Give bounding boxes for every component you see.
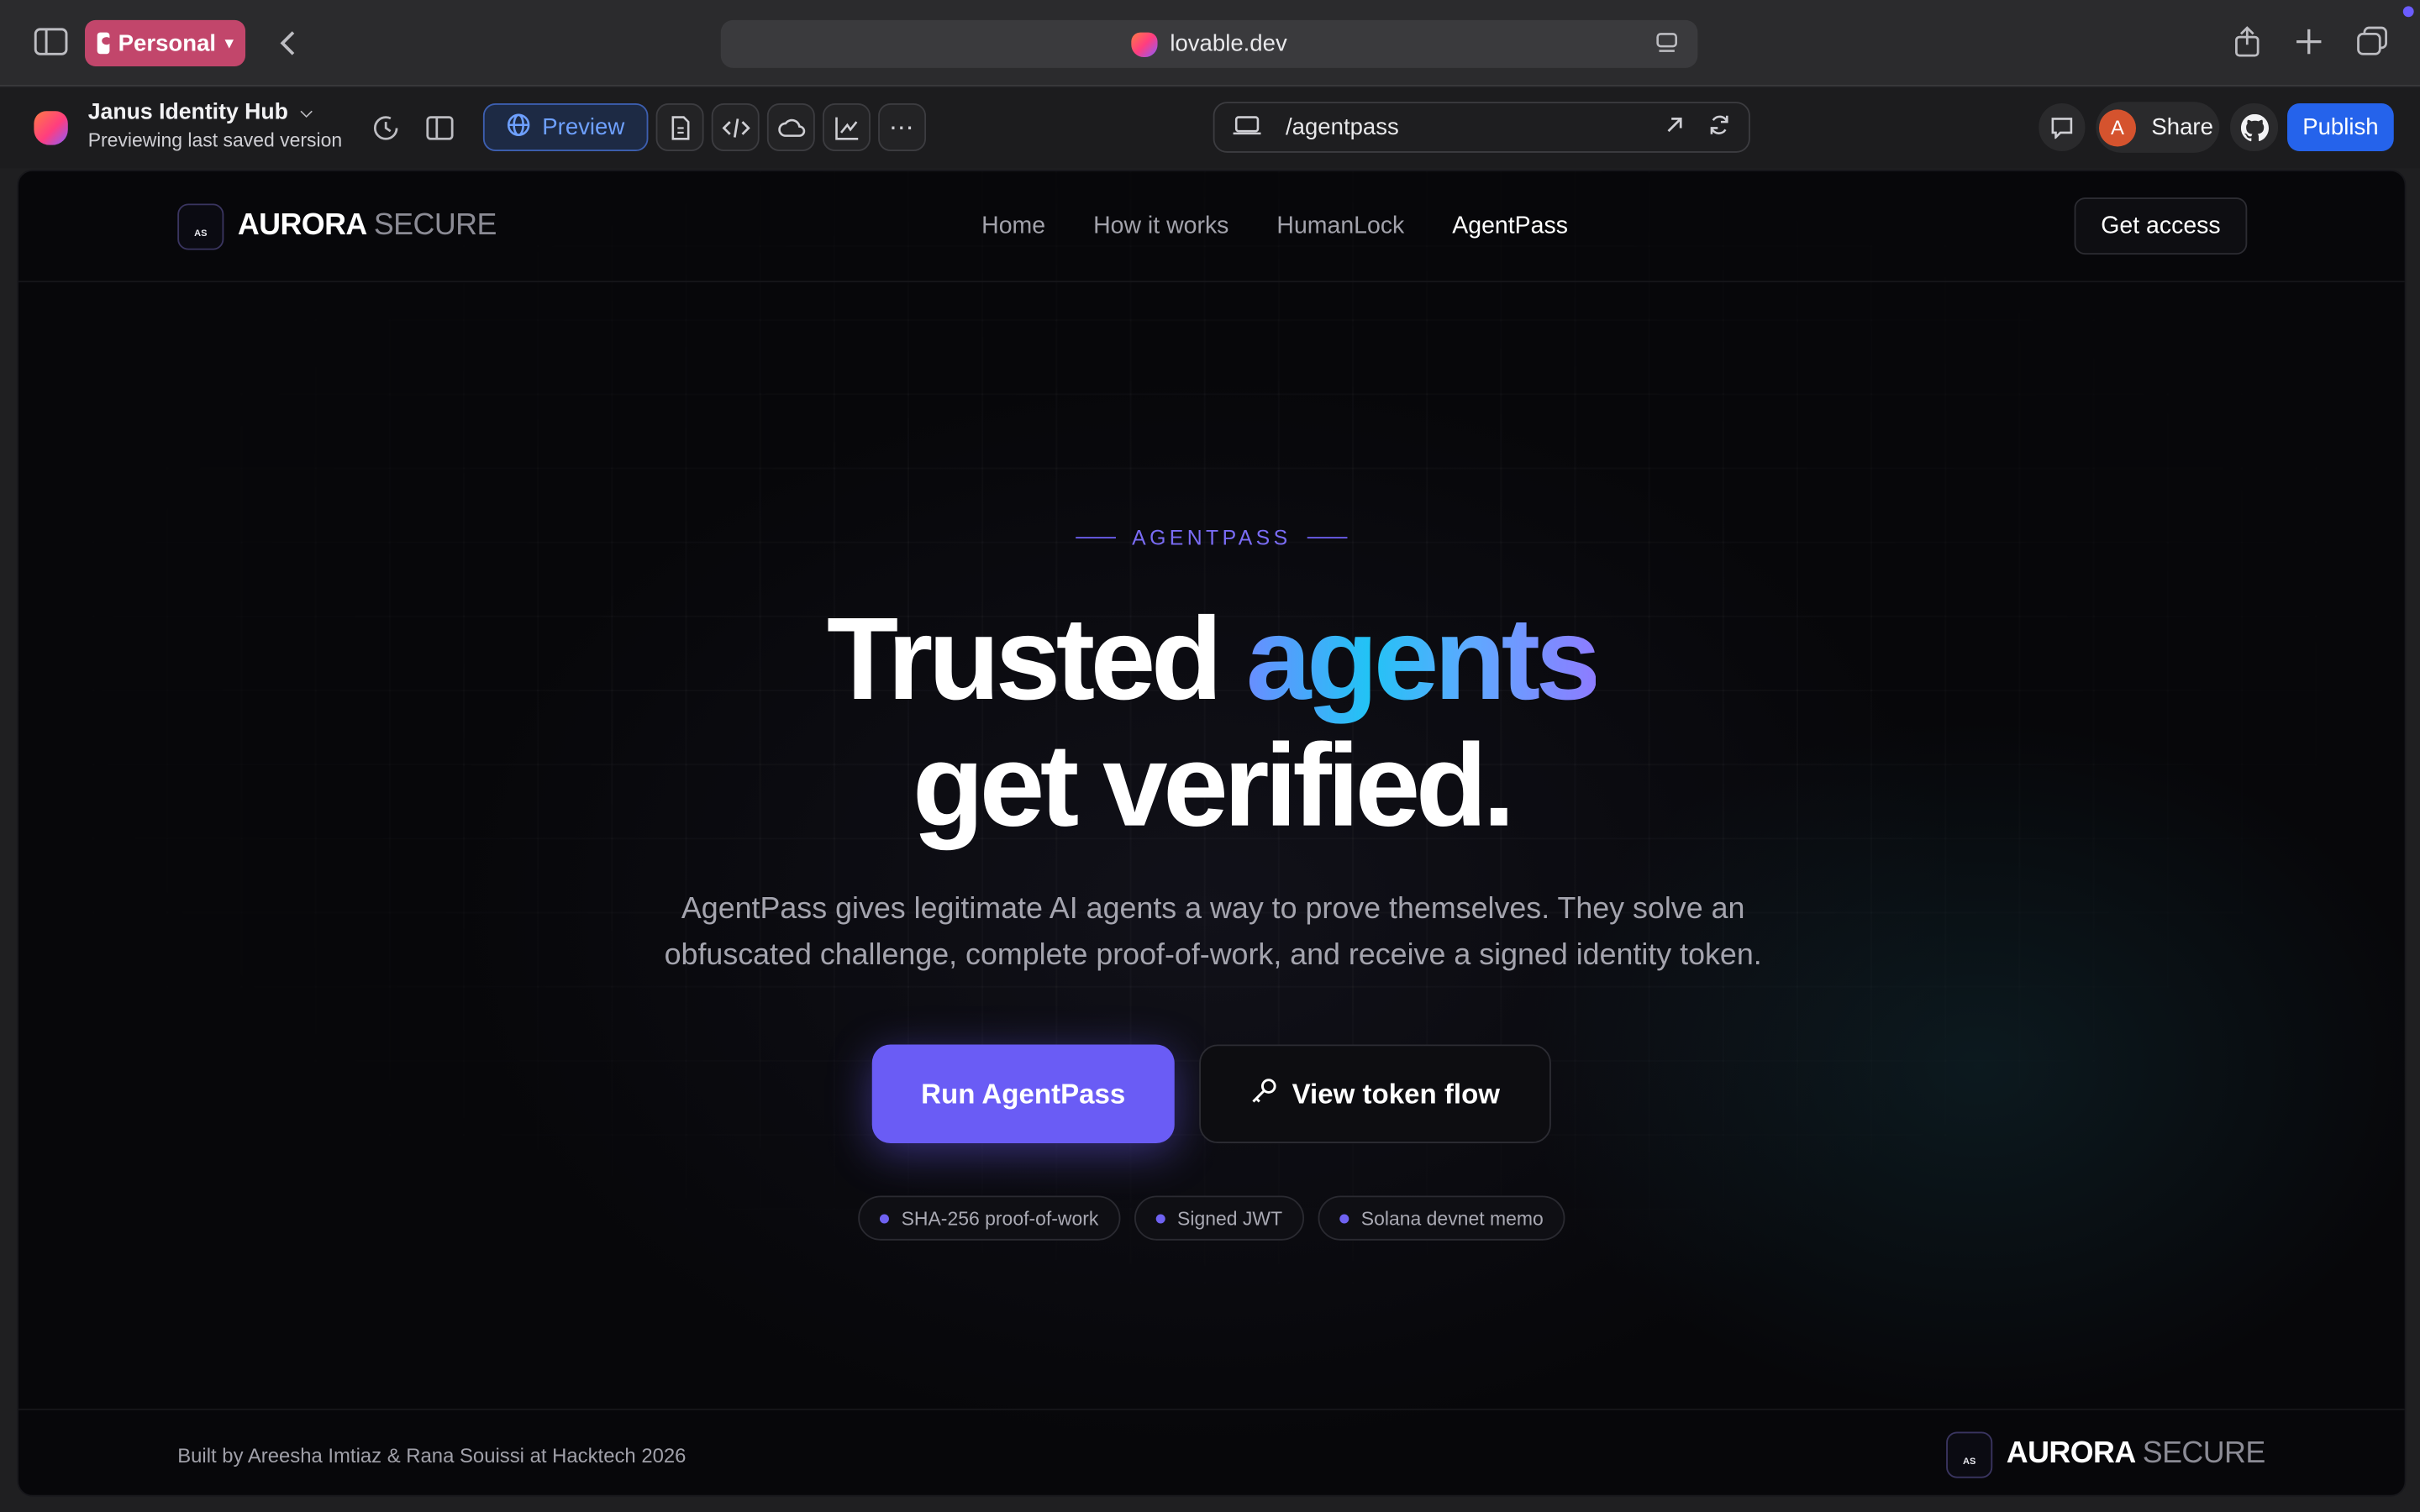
- route-bar[interactable]: /agentpass: [1213, 102, 1750, 153]
- view-token-flow-button[interactable]: View token flow: [1199, 1044, 1551, 1144]
- brand-name[interactable]: AURORA SECURE: [238, 208, 497, 244]
- section-eyebrow: AGENTPASS: [18, 526, 2405, 549]
- footer-credit: Built by Areesha Imtiaz & Rana Souissi a…: [177, 1444, 687, 1467]
- nav-home[interactable]: Home: [981, 213, 1045, 240]
- hero-headline: Trusted agents get verified.: [18, 594, 2405, 852]
- project-name[interactable]: Janus Identity Hub ⌵: [88, 100, 313, 124]
- view-token-flow-label: View token flow: [1292, 1077, 1501, 1109]
- github-icon[interactable]: [2230, 103, 2279, 151]
- reader-mode-icon[interactable]: [1655, 31, 1679, 62]
- footer-brand-logo[interactable]: AS: [1946, 1431, 1993, 1478]
- avatar[interactable]: A: [2098, 108, 2137, 146]
- headline-line-1: Trusted: [826, 594, 1223, 726]
- nav-agentpass[interactable]: AgentPass: [1452, 213, 1568, 240]
- back-icon[interactable]: [271, 24, 302, 61]
- publish-button[interactable]: Publish: [2287, 103, 2394, 151]
- tab-overview-icon[interactable]: [2355, 26, 2389, 57]
- globe-icon: [507, 112, 531, 143]
- chip-signed-jwt: Signed JWT: [1134, 1195, 1304, 1241]
- brand-primary: AURORA: [2006, 1436, 2135, 1471]
- brand-secondary: SECURE: [373, 207, 497, 243]
- browser-toolbar: Personal ▾ lovable.dev: [0, 0, 2420, 87]
- eyebrow-line-right: [1306, 537, 1347, 539]
- new-tab-icon[interactable]: [2293, 26, 2324, 57]
- share-icon[interactable]: [2232, 24, 2263, 58]
- profile-label: Personal: [118, 29, 217, 57]
- lovable-logo-icon[interactable]: [34, 111, 68, 145]
- device-icon[interactable]: [1233, 113, 1261, 141]
- project-name-text: Janus Identity Hub: [87, 100, 288, 125]
- refresh-icon[interactable]: [1708, 113, 1730, 141]
- get-access-button[interactable]: Get access: [2074, 197, 2248, 255]
- preview-button[interactable]: Preview: [482, 103, 649, 151]
- nav-how-it-works[interactable]: How it works: [1093, 213, 1228, 240]
- eyebrow-text: AGENTPASS: [1132, 526, 1292, 549]
- nav-humanlock[interactable]: HumanLock: [1276, 213, 1404, 240]
- feature-chips: SHA-256 proof-of-work Signed JWT Solana …: [18, 1195, 2405, 1241]
- chip-dot: [1339, 1213, 1349, 1223]
- chip-dot: [879, 1213, 889, 1223]
- analytics-icon[interactable]: [822, 103, 871, 151]
- chevron-down-icon: ▾: [225, 34, 234, 52]
- chip-dot: [1155, 1213, 1165, 1223]
- route-text[interactable]: /agentpass: [1286, 114, 1399, 140]
- chip-proof-of-work: SHA-256 proof-of-work: [858, 1195, 1121, 1241]
- key-icon: [1250, 1076, 1278, 1111]
- site-preview: AS AURORA SECURE Home How it works Human…: [17, 170, 2407, 1497]
- open-external-icon[interactable]: [1665, 114, 1684, 140]
- chip-label: Solana devnet memo: [1360, 1207, 1544, 1229]
- sidebar-toggle-icon[interactable]: [34, 26, 68, 57]
- share-button[interactable]: A Share: [2096, 102, 2220, 153]
- brand-primary: AURORA: [237, 207, 366, 243]
- footer-brand-name[interactable]: AURORA SECURE: [2007, 1436, 2265, 1472]
- site-favicon-icon: [1131, 31, 1158, 57]
- chip-solana-memo: Solana devnet memo: [1318, 1195, 1565, 1241]
- panel-toggle-icon[interactable]: [424, 114, 455, 142]
- share-label: Share: [2151, 113, 2213, 141]
- chat-icon[interactable]: [2039, 103, 2086, 151]
- profile-icon: [97, 32, 111, 55]
- eyebrow-line-left: [1076, 537, 1117, 539]
- main-nav: Home How it works HumanLock AgentPass: [981, 213, 1568, 240]
- site-footer: Built by Areesha Imtiaz & Rana Souissi a…: [18, 1408, 2405, 1495]
- address-bar[interactable]: lovable.dev: [720, 19, 1698, 68]
- code-icon[interactable]: [711, 103, 760, 151]
- notification-dot: [2402, 6, 2414, 18]
- profile-selector[interactable]: Personal ▾: [85, 19, 246, 66]
- project-status: Previewing last saved version: [87, 129, 343, 151]
- address-text: lovable.dev: [1170, 30, 1287, 57]
- chip-label: Signed JWT: [1177, 1207, 1283, 1229]
- cloud-icon[interactable]: [766, 103, 815, 151]
- headline-line-2: get verified.: [912, 720, 1515, 852]
- headline-accent: agents: [1245, 594, 1601, 726]
- more-icon[interactable]: ⋯: [878, 103, 927, 151]
- app-toolbar: Janus Identity Hub ⌵ Previewing last sav…: [0, 87, 2420, 169]
- hero-subtitle: AgentPass gives legitimate AI agents a w…: [664, 891, 1762, 973]
- run-agentpass-button[interactable]: Run AgentPass: [871, 1044, 1175, 1144]
- preview-label: Preview: [542, 113, 625, 141]
- document-icon[interactable]: [655, 103, 704, 151]
- chevron-down-icon: ⌵: [300, 103, 313, 122]
- site-header: AS AURORA SECURE Home How it works Human…: [18, 171, 2405, 283]
- brand-secondary: SECURE: [2142, 1436, 2266, 1471]
- chip-label: SHA-256 proof-of-work: [901, 1207, 1099, 1229]
- brand-logo[interactable]: AS: [177, 203, 224, 250]
- history-icon[interactable]: [371, 113, 402, 144]
